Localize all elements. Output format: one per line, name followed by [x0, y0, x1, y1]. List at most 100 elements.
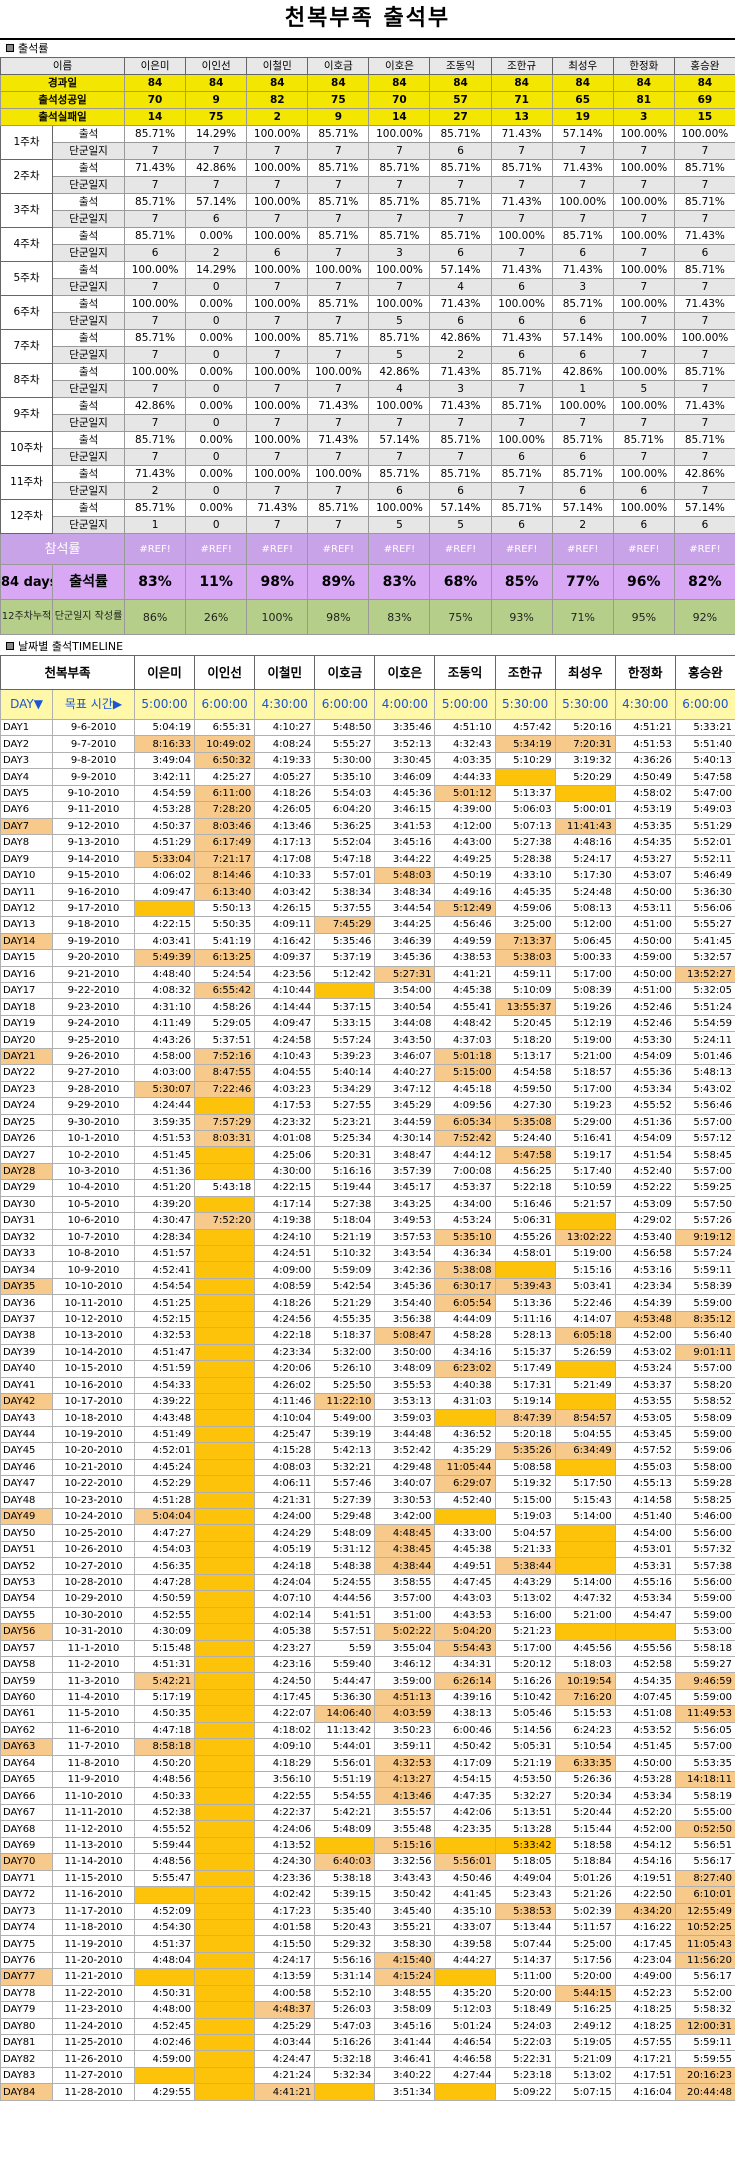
- date: 11-10-2010: [51, 1787, 136, 1805]
- wake-time: 4:25:47: [254, 1425, 316, 1444]
- wake-time: 5:41:19: [194, 932, 256, 951]
- target-time: 4:00:00: [374, 689, 436, 720]
- wake-time: 4:10:43: [254, 1047, 316, 1066]
- wake-time: 4:26:15: [254, 899, 316, 918]
- week-label: 12주차: [0, 499, 53, 534]
- wake-time: 4:46:58: [434, 2050, 496, 2068]
- day-row: DAY10 9-15-2010 4:06:02 8:14:46 4:10:33 5:57:…: [0, 866, 735, 885]
- journal-rate-value: 98%: [307, 599, 370, 635]
- day-label: DAY55: [0, 1606, 53, 1625]
- day-label: DAY31: [0, 1212, 53, 1230]
- date: 10-14-2010: [51, 1343, 136, 1362]
- wake-time: [194, 1886, 256, 1904]
- wake-time: [134, 1886, 196, 1904]
- wake-time: 5:57:00: [674, 1738, 735, 1756]
- wake-time: 4:50:49: [614, 768, 676, 786]
- wake-time: [194, 2066, 256, 2085]
- day-label: DAY36: [0, 1294, 53, 1312]
- day-label: DAY72: [0, 1886, 53, 1904]
- wake-time: 4:32:53: [134, 1327, 196, 1345]
- wake-time: 5:15:16: [554, 1261, 616, 1279]
- wake-time: 5:21:29: [314, 1294, 376, 1312]
- day-label: DAY8: [0, 834, 53, 852]
- wake-time: 5:32:34: [314, 2066, 376, 2085]
- day-label: DAY57: [0, 1639, 53, 1657]
- wake-time: 7:52:16: [194, 1047, 256, 1066]
- wake-time: [194, 1820, 256, 1838]
- wake-time: 4:52:46: [614, 998, 676, 1016]
- attend-rate: 71.43%: [673, 227, 735, 245]
- wake-time: 4:51:37: [134, 1935, 196, 1953]
- wake-time: 5:00:01: [554, 801, 616, 819]
- wake-time: [194, 1705, 256, 1723]
- wake-time: 3:45:16: [374, 834, 436, 852]
- wake-time: 4:17:08: [254, 850, 316, 868]
- wake-time: 5:53:35: [674, 1754, 735, 1773]
- wake-time: 4:41:21: [434, 965, 496, 984]
- wake-time: 5:24:54: [194, 965, 256, 984]
- attend-rate: 100.00%: [307, 363, 370, 381]
- journal-rate-value: 26%: [185, 599, 248, 635]
- wake-time: 5:28:38: [494, 850, 556, 868]
- wake-time: 5:15:53: [554, 1705, 616, 1723]
- wake-time: 3:56:38: [374, 1310, 436, 1329]
- wake-time: 4:51:00: [614, 916, 676, 934]
- wake-time: 4:52:23: [614, 1984, 676, 2003]
- wake-time: 5:42:21: [314, 1803, 376, 1822]
- wake-time: 5:21:00: [554, 1047, 616, 1066]
- wake-time: 5:44:01: [314, 1738, 376, 1756]
- wake-time: 5:26:10: [314, 1360, 376, 1378]
- wake-time: 4:59:11: [494, 965, 556, 984]
- wake-time: 5:59:40: [314, 1655, 376, 1674]
- wake-time: 9:46:59: [674, 1672, 735, 1690]
- wake-time: 3:43:50: [374, 1031, 436, 1049]
- week-journal-row: 단군일지 1 0 7 7 5 5 6 2 6 6: [1, 516, 735, 534]
- wake-time: 5:20:34: [554, 1787, 616, 1805]
- wake-time: 4:53:45: [614, 1425, 676, 1444]
- wake-time: 4:52:41: [134, 1261, 196, 1279]
- attend-rate: 85.71%: [429, 125, 492, 143]
- wake-time: 4:50:46: [434, 1869, 496, 1888]
- wake-time: 4:52:45: [134, 2017, 196, 2036]
- wake-time: 4:11:46: [254, 1392, 316, 1411]
- wake-time: 5:24:17: [554, 850, 616, 868]
- day-label: DAY79: [0, 2001, 53, 2019]
- average-value: 96%: [612, 564, 675, 600]
- attend-label: 출석: [51, 397, 126, 415]
- wake-time: 4:53:11: [614, 899, 676, 918]
- wake-time: 5:55:27: [674, 916, 735, 934]
- wake-time: 5:35:10: [434, 1228, 496, 1247]
- journal-count: 7: [429, 414, 492, 432]
- wake-time: 8:14:46: [194, 866, 256, 885]
- attend-rate: 85.71%: [368, 329, 431, 347]
- wake-time: 3:55:04: [374, 1639, 436, 1657]
- attendance-rate-table: 이름 이은미 이인선 이철민 이호금 이호은 조동익 조한규 최성우 한정화 홍승완 경과일 84 84 8…: [0, 57, 735, 635]
- day-row: DAY66 11-10-2010 4:50:33 4:22:55 5:54:55 4:13…: [0, 1787, 735, 1805]
- member-name: 홍승완: [674, 655, 735, 690]
- journal-label: 단군일지: [51, 210, 126, 228]
- section-timeline: 날짜별 출석TIMELINE: [0, 638, 735, 655]
- wake-time: 4:17:45: [254, 1688, 316, 1707]
- journal-rate-value: 93%: [490, 599, 553, 635]
- date: 10-30-2010: [51, 1606, 136, 1625]
- wake-time: 4:53:02: [614, 1343, 676, 1362]
- date: 10-18-2010: [51, 1409, 136, 1427]
- attend-rate: 57.14%: [673, 499, 735, 517]
- wake-time: 5:18:37: [314, 1327, 376, 1345]
- day-label: DAY53: [0, 1573, 53, 1592]
- wake-time: 4:36:52: [434, 1425, 496, 1444]
- journal-count: 7: [673, 142, 735, 160]
- wake-time: 5:00:33: [554, 949, 616, 967]
- wake-time: 4:56:58: [614, 1244, 676, 1263]
- journal-count: 2: [124, 482, 187, 500]
- day-row: DAY37 10-12-2010 4:52:15 4:24:56 4:55:35 3:56…: [0, 1310, 735, 1329]
- wake-time: [554, 1458, 616, 1477]
- day-row: DAY7 9-12-2010 4:50:37 8:03:46 4:13:46 5:36:2…: [0, 817, 735, 836]
- day-label: DAY82: [0, 2050, 53, 2068]
- wake-time: 5:41:45: [674, 932, 735, 951]
- day-row: DAY23 9-28-2010 5:30:07 7:22:46 4:03:23 5:34:…: [0, 1080, 735, 1099]
- summary-value: 84: [551, 74, 614, 92]
- wake-time: 5:44:15: [554, 1984, 616, 2003]
- ref-value: #REF!: [368, 533, 431, 565]
- attend-label: 출석: [51, 329, 126, 347]
